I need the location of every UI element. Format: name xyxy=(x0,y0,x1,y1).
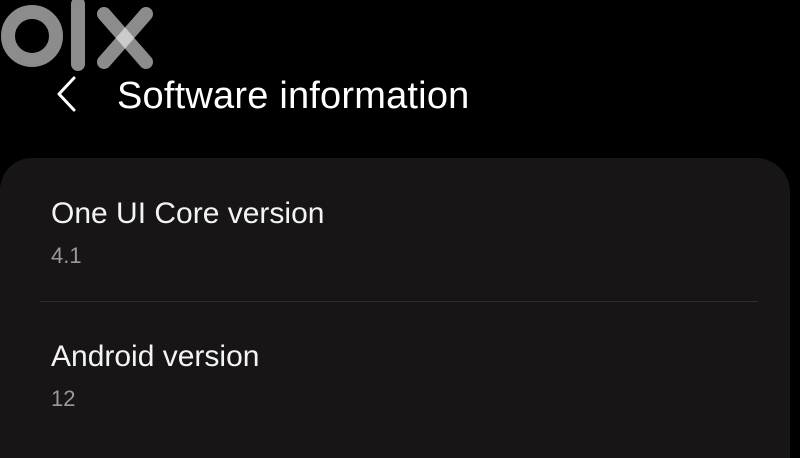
list-item-value: 12 xyxy=(51,386,76,411)
list-item-title: Android version xyxy=(51,340,260,373)
settings-card: One UI Core version 4.1 Android version … xyxy=(0,158,790,458)
back-button[interactable] xyxy=(44,72,88,120)
list-item-android-version[interactable]: Android version 12 xyxy=(0,302,790,432)
page-title: Software information xyxy=(117,75,470,117)
list-item-one-ui-core-version[interactable]: One UI Core version 4.1 xyxy=(0,158,790,288)
list-item-value: 4.1 xyxy=(51,243,82,268)
chevron-left-icon xyxy=(54,74,78,119)
list-item-title: One UI Core version xyxy=(51,197,325,230)
app-bar: Software information xyxy=(0,60,800,130)
